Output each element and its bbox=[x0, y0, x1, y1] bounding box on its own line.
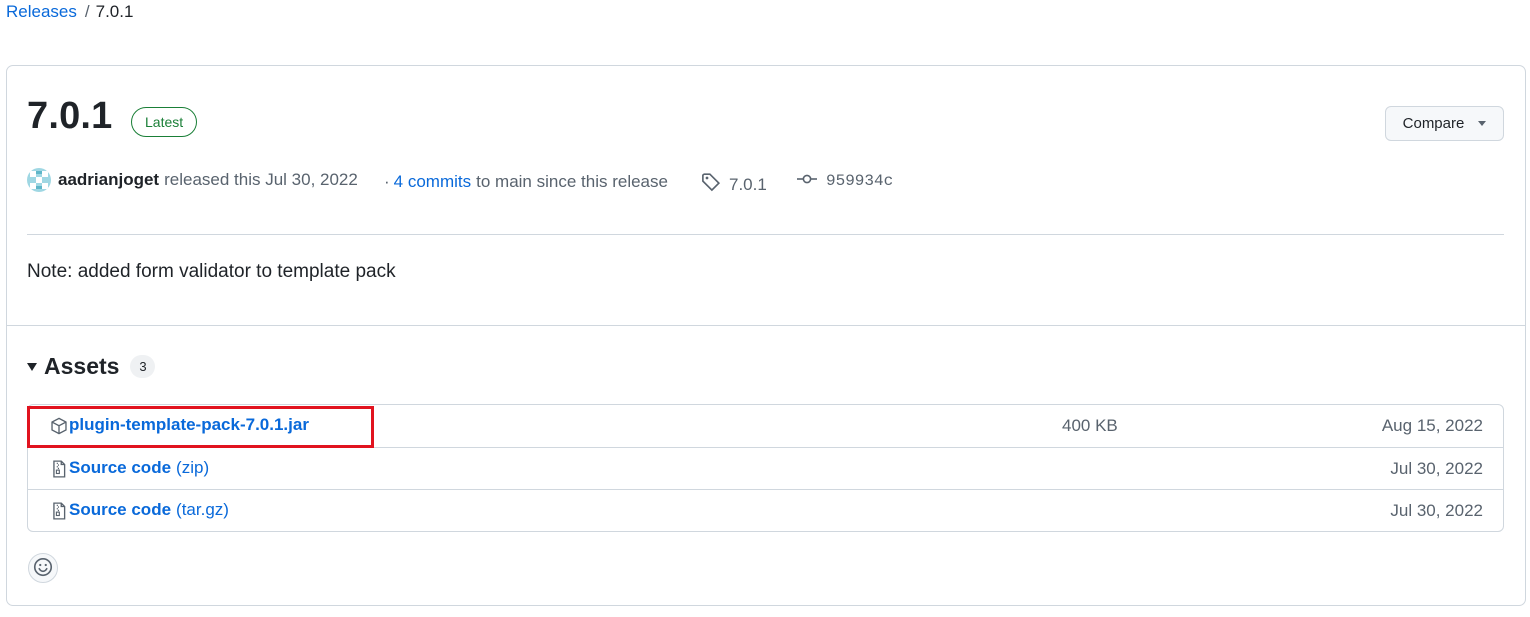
asset-name: plugin-template-pack-7.0.1.jar bbox=[69, 415, 309, 434]
breadcrumb-releases-link[interactable]: Releases bbox=[6, 2, 77, 22]
asset-download-link[interactable]: Source code (tar.gz) bbox=[69, 500, 229, 520]
breadcrumb-current: 7.0.1 bbox=[95, 2, 134, 21]
asset-size: 400 KB bbox=[1062, 416, 1118, 435]
assets-list: plugin-template-pack-7.0.1.jar 400 KB Au… bbox=[27, 404, 1504, 532]
file-zip-icon bbox=[50, 502, 68, 520]
asset-row: Source code (zip) Jul 30, 2022 bbox=[28, 447, 1503, 489]
compare-button[interactable]: Compare bbox=[1385, 106, 1504, 141]
asset-format: (zip) bbox=[176, 458, 210, 477]
asset-row: plugin-template-pack-7.0.1.jar 400 KB Au… bbox=[28, 405, 1503, 447]
release-meta: aadrianjoget released this Jul 30, 2022 bbox=[27, 168, 358, 192]
asset-format: (tar.gz) bbox=[176, 500, 229, 519]
file-zip-icon bbox=[50, 460, 68, 478]
asset-download-link[interactable]: Source code (zip) bbox=[69, 458, 209, 478]
commits-suffix: to main since this release bbox=[476, 172, 668, 191]
asset-name: Source code bbox=[69, 458, 172, 477]
latest-badge: Latest bbox=[131, 107, 198, 137]
tag-icon bbox=[701, 172, 721, 197]
assets-title: Assets bbox=[44, 353, 120, 379]
asset-date: Aug 15, 2022 bbox=[1381, 416, 1483, 435]
divider bbox=[7, 325, 1525, 326]
commits-info: · 4 commits to main since this release bbox=[384, 172, 668, 192]
avatar[interactable] bbox=[27, 168, 51, 192]
caret-down-icon bbox=[1478, 121, 1487, 126]
commit-link[interactable]: 959934c bbox=[797, 172, 893, 190]
breadcrumb-separator: / bbox=[84, 2, 90, 21]
asset-name: Source code bbox=[69, 500, 172, 519]
commits-prefix: · bbox=[384, 172, 390, 191]
commits-link[interactable]: 4 commits bbox=[394, 172, 471, 192]
asset-row: Source code (tar.gz) Jul 30, 2022 bbox=[28, 489, 1503, 531]
compare-button-label: Compare bbox=[1402, 115, 1465, 132]
divider bbox=[27, 234, 1504, 235]
triangle-down-icon bbox=[27, 362, 37, 371]
tag-label: 7.0.1 bbox=[729, 174, 767, 194]
breadcrumb: Releases / 7.0.1 bbox=[6, 2, 133, 22]
release-notes: Note: added form validator to template p… bbox=[27, 261, 396, 282]
released-text: released this Jul 30, 2022 bbox=[164, 170, 358, 189]
commit-sha: 959934c bbox=[826, 172, 894, 190]
assets-toggle[interactable]: Assets 3 bbox=[27, 353, 156, 380]
assets-count-badge: 3 bbox=[130, 355, 156, 378]
tag-link[interactable]: 7.0.1 bbox=[701, 172, 767, 197]
author-link[interactable]: aadrianjoget bbox=[58, 170, 159, 190]
smiley-icon bbox=[33, 557, 53, 580]
release-card: 7.0.1 Latest Compare aadrianjoget releas… bbox=[6, 65, 1526, 606]
package-icon bbox=[50, 417, 68, 435]
add-reaction-button[interactable] bbox=[28, 553, 58, 583]
asset-date: Jul 30, 2022 bbox=[1390, 459, 1483, 478]
asset-date: Jul 30, 2022 bbox=[1390, 501, 1483, 520]
git-commit-icon bbox=[797, 172, 817, 190]
release-title[interactable]: 7.0.1 bbox=[27, 95, 113, 138]
asset-download-link[interactable]: plugin-template-pack-7.0.1.jar bbox=[69, 415, 309, 435]
